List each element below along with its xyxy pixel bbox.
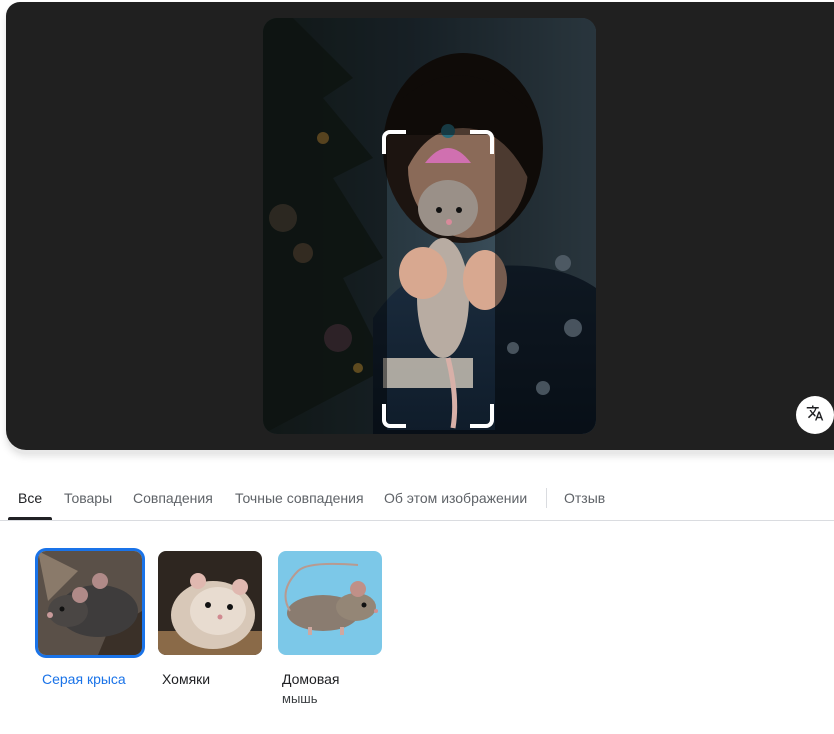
crop-handle-bottom-left[interactable] xyxy=(382,404,406,428)
tab-about-image[interactable]: Об этом изображении xyxy=(384,476,527,518)
result-thumbnail xyxy=(278,551,382,655)
crop-handle-bottom-right[interactable] xyxy=(470,404,494,428)
tab-matches[interactable]: Совпадения xyxy=(133,476,213,518)
result-label[interactable]: Серая крыса xyxy=(38,669,144,689)
crop-selection[interactable] xyxy=(382,130,494,428)
crop-handle-top-left[interactable] xyxy=(382,130,406,154)
tab-products[interactable]: Товары xyxy=(64,476,112,518)
crop-handle-top-right[interactable] xyxy=(470,130,494,154)
result-label-line1: Домовая xyxy=(282,671,340,687)
result-thumbnail xyxy=(158,551,262,655)
tab-all[interactable]: Все xyxy=(7,476,53,520)
result-card-hamsters[interactable]: Хомяки xyxy=(158,551,264,689)
result-card-house-mouse[interactable]: Домовая мышь xyxy=(278,551,384,709)
results-tabs: Все Товары Совпадения Точные совпадения … xyxy=(0,476,834,521)
result-card-grey-rat[interactable]: Серая крыса xyxy=(38,551,144,689)
tab-divider xyxy=(546,488,547,508)
image-viewer xyxy=(6,2,834,450)
result-label-line2: мышь xyxy=(282,691,318,706)
tab-feedback[interactable]: Отзыв xyxy=(564,476,605,518)
result-label[interactable]: Домовая мышь xyxy=(278,669,384,709)
translate-icon xyxy=(806,404,824,427)
result-label[interactable]: Хомяки xyxy=(158,669,264,689)
translate-button[interactable] xyxy=(796,396,834,434)
result-thumbnail xyxy=(38,551,142,655)
tab-exact-matches[interactable]: Точные совпадения xyxy=(235,476,364,518)
